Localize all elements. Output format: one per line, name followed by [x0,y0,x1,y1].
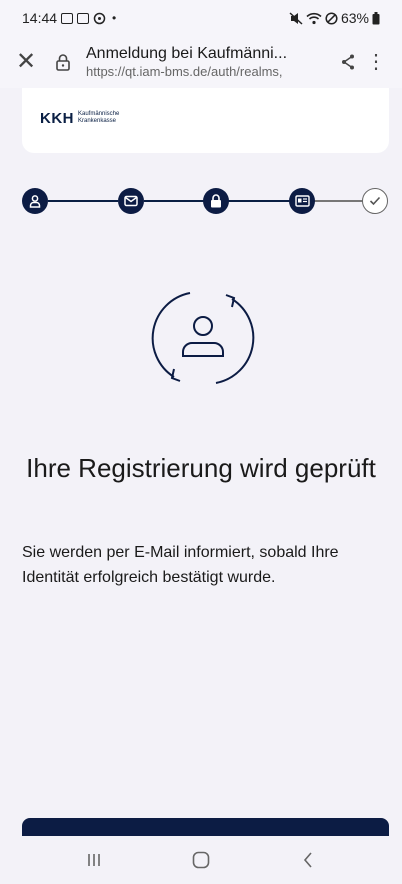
page-url: https://qt.iam-bms.de/auth/realms, [86,64,283,79]
mail-icon [124,195,138,207]
recent-apps-icon[interactable] [64,840,124,880]
logo-card: KKH Kaufmännische Krankenkasse [22,88,389,153]
lock-icon [211,194,221,208]
wifi-icon [306,12,322,24]
more-notifications-icon: • [112,11,117,25]
do-not-disturb-icon [325,11,338,25]
registration-stepper [22,186,388,216]
step-identity [289,188,315,214]
gallery-notification-icon [61,12,74,24]
stepper-connector [48,200,118,202]
kkh-logo: KKH [40,110,74,127]
check-icon [369,196,381,206]
battery-percent: 63% [340,10,369,26]
home-icon[interactable] [171,840,231,880]
system-nav-bar [0,836,402,884]
close-tab-icon[interactable]: ✕ [16,50,44,74]
status-message: Sie werden per E-Mail informiert, sobald… [22,544,339,586]
stepper-connector [228,200,298,202]
battery-icon [372,11,380,24]
step-email [118,188,144,214]
step-user [22,188,48,214]
page-headline: Ihre Registrierung wird geprüft [26,453,376,483]
mute-icon [289,11,303,25]
review-illustration [150,285,256,391]
browser-toolbar: ✕ Anmeldung bei Kaufmänni... https://qt.… [0,36,402,88]
page-info[interactable]: Anmeldung bei Kaufmänni... https://qt.ia… [86,45,334,79]
share-icon[interactable] [334,53,362,71]
page-title: Anmeldung bei Kaufmänni... [86,45,288,62]
sync-notification-icon [93,12,106,24]
user-sync-icon [151,292,255,384]
stepper-connector [314,200,364,202]
step-security [203,188,229,214]
calendar-notification-icon [77,12,90,24]
id-card-icon [294,195,310,207]
lock-icon[interactable] [50,53,76,71]
kkh-logo-subtext: Kaufmännische Krankenkasse [78,111,120,124]
status-bar: 14:44 • 63% [0,0,402,36]
more-options-icon[interactable]: ⋮ [362,52,390,72]
step-complete [362,188,388,214]
user-icon [29,195,41,208]
status-time: 14:44 [22,10,58,26]
back-icon[interactable] [278,840,338,880]
